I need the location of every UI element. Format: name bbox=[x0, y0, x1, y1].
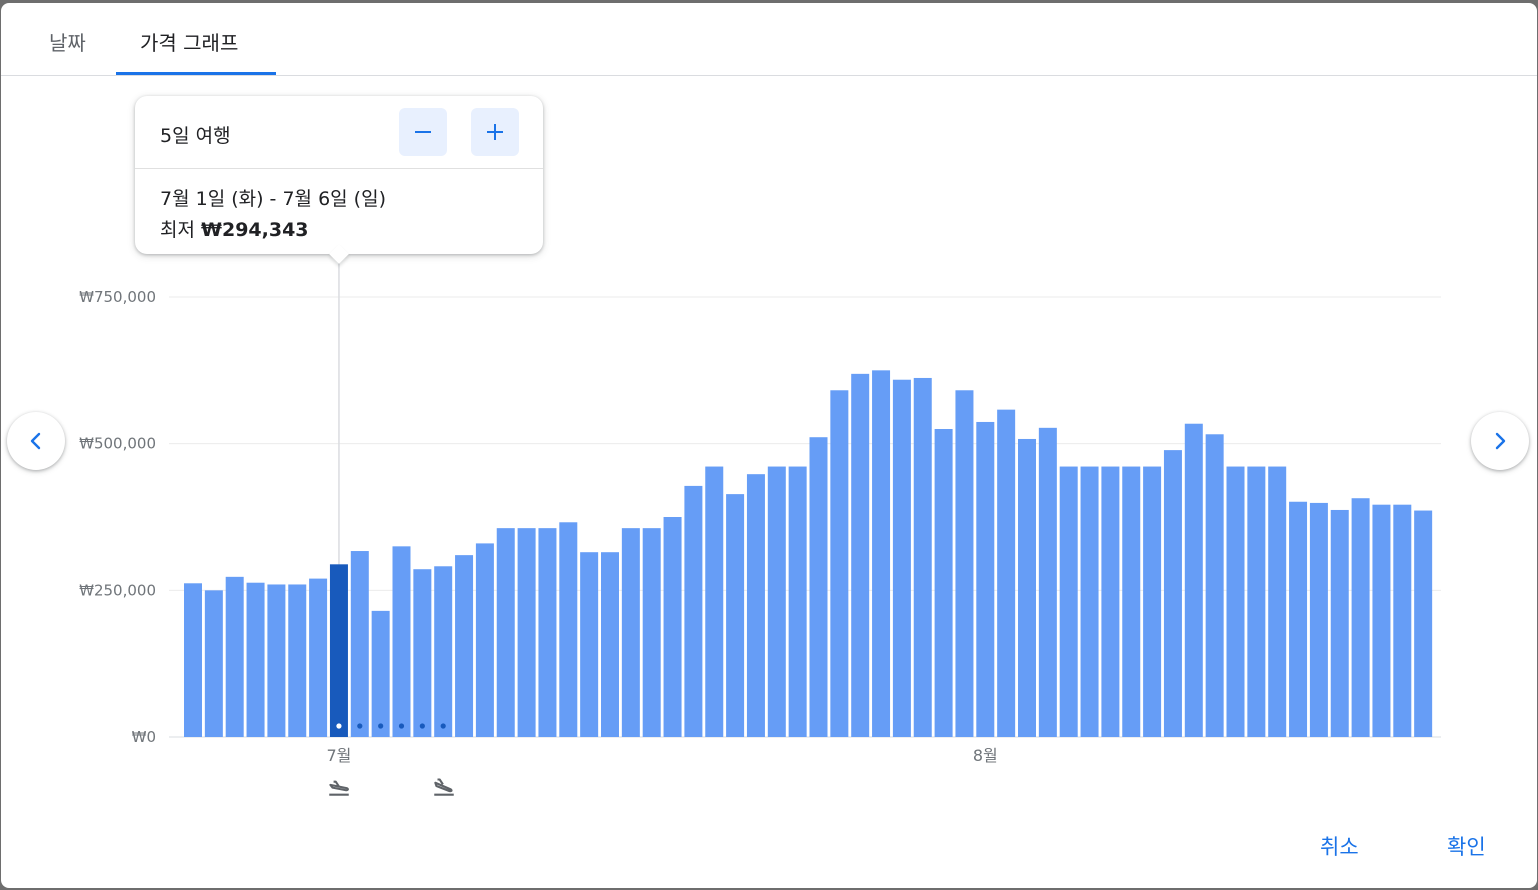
price-bar bbox=[892, 379, 911, 737]
price-bar bbox=[538, 528, 557, 737]
minus-icon bbox=[415, 131, 431, 133]
tooltip-divider bbox=[135, 168, 543, 169]
price-bar bbox=[705, 466, 724, 737]
price-graph-dialog: 날짜 가격 그래프 ₩0 ₩250,000 ₩500,000 ₩750,000 7월 8월… bbox=[1, 3, 1537, 888]
price-bar bbox=[309, 578, 328, 737]
flight-takeoff-icon bbox=[329, 780, 349, 796]
price-bar bbox=[413, 569, 432, 737]
trip-day-dot bbox=[378, 723, 384, 729]
price-bar bbox=[767, 466, 786, 737]
price-bar bbox=[934, 429, 953, 737]
price-bar bbox=[1226, 466, 1245, 737]
chevron-right-icon bbox=[1495, 432, 1506, 450]
price-bar bbox=[663, 517, 682, 737]
trip-day-dot bbox=[398, 723, 405, 729]
price-bar bbox=[1143, 466, 1162, 737]
price-bar bbox=[434, 566, 453, 737]
flight-land-icon bbox=[434, 778, 454, 796]
price-bar bbox=[580, 552, 599, 737]
month-label: 7월 bbox=[326, 746, 351, 765]
price-bar bbox=[642, 528, 661, 737]
trip-length-label: 5일 여행 bbox=[160, 125, 231, 147]
decrease-trip-length-button[interactable] bbox=[399, 108, 447, 156]
price-bar bbox=[329, 564, 348, 737]
price-bar bbox=[455, 555, 474, 737]
price-bar bbox=[955, 390, 974, 737]
price-bar bbox=[1205, 434, 1224, 737]
plus-icon bbox=[487, 124, 503, 140]
price-bar bbox=[1414, 510, 1433, 737]
trip-day-dot bbox=[336, 723, 342, 729]
price-bar bbox=[1018, 438, 1036, 737]
price-bar bbox=[1163, 450, 1182, 737]
price-bar bbox=[1059, 466, 1078, 737]
next-period-button[interactable] bbox=[1471, 412, 1529, 470]
price-bar bbox=[684, 485, 703, 737]
price-bar bbox=[601, 552, 619, 737]
price-bar bbox=[371, 610, 390, 737]
price-bar bbox=[184, 583, 202, 737]
y-tick-label: ₩750,000 bbox=[79, 288, 156, 306]
increase-trip-length-button[interactable] bbox=[471, 108, 519, 156]
trip-day-dot bbox=[419, 723, 425, 729]
price-bar bbox=[204, 590, 223, 737]
price-bar bbox=[225, 576, 244, 737]
price-bar bbox=[517, 528, 536, 737]
price-bar bbox=[1038, 427, 1057, 737]
price-bar bbox=[746, 474, 765, 737]
price-bar bbox=[1101, 466, 1120, 737]
price-bar bbox=[788, 466, 807, 737]
price-prefix: 최저 bbox=[160, 219, 195, 241]
price-bar bbox=[1247, 466, 1266, 737]
price-bar bbox=[496, 528, 515, 737]
y-tick-label: ₩250,000 bbox=[79, 581, 156, 599]
trip-dates: 7월 1일 (화) - 7월 6일 (일) bbox=[160, 188, 386, 210]
price-bar bbox=[976, 421, 995, 737]
price-bar bbox=[726, 494, 745, 737]
price-bar bbox=[267, 584, 286, 737]
chevron-left-icon bbox=[30, 432, 41, 450]
price-bar bbox=[997, 409, 1016, 737]
price-bar bbox=[1393, 504, 1412, 737]
price-bar bbox=[1184, 423, 1203, 737]
price-bar bbox=[851, 373, 870, 737]
price-bar bbox=[913, 377, 932, 737]
price-bar bbox=[288, 584, 307, 737]
price-bar bbox=[872, 370, 891, 737]
trip-price-line: 최저 ₩294,343 bbox=[160, 215, 309, 242]
month-label: 8월 bbox=[973, 746, 998, 765]
trip-day-dot bbox=[357, 723, 363, 729]
price-bar bbox=[809, 437, 828, 737]
price-bar bbox=[1351, 498, 1370, 737]
price-bar bbox=[1122, 466, 1141, 737]
price-bar bbox=[1330, 509, 1349, 737]
price-bar bbox=[1309, 502, 1328, 737]
price-bar bbox=[1289, 501, 1308, 737]
price-bar bbox=[1372, 504, 1391, 737]
price-bar bbox=[350, 551, 369, 737]
y-tick-label: ₩500,000 bbox=[79, 435, 156, 453]
price-bar bbox=[475, 543, 494, 737]
price-bar bbox=[246, 582, 265, 737]
price-bar bbox=[621, 528, 640, 737]
previous-period-button[interactable] bbox=[7, 412, 65, 470]
price-bar bbox=[1268, 466, 1287, 737]
price-bar bbox=[830, 390, 849, 737]
price-bar bbox=[1080, 466, 1099, 737]
trip-day-dot bbox=[440, 723, 446, 729]
trip-tooltip: 5일 여행 7월 1일 (화) - 7월 6일 (일) 최저 ₩294,343 bbox=[135, 96, 543, 264]
y-tick-label: ₩0 bbox=[132, 728, 156, 746]
lowest-price: ₩294,343 bbox=[201, 219, 309, 241]
price-bar bbox=[392, 546, 411, 737]
price-bar bbox=[559, 522, 578, 737]
